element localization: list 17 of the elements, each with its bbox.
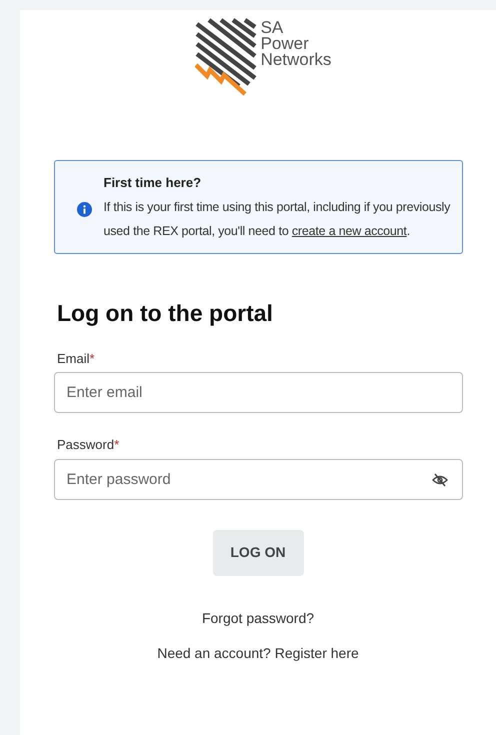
forgot-password-link[interactable]: Forgot password? bbox=[202, 608, 314, 628]
notice-text: If this is your first time using this portal, including if you previously used the REX portal, you'll need to create a new account. bbox=[104, 199, 452, 240]
info-icon bbox=[76, 202, 92, 216]
password-field[interactable]: Enter password bbox=[54, 458, 462, 500]
page-heading: Log on to the portal bbox=[57, 299, 273, 328]
notice-title: First time here? bbox=[104, 174, 202, 192]
logo-text: Networks bbox=[260, 52, 332, 68]
field-label: Email* bbox=[57, 350, 95, 368]
email-field[interactable]: Enter email bbox=[54, 372, 462, 413]
logo-text: Power bbox=[260, 36, 309, 52]
eye-slash-icon[interactable] bbox=[432, 472, 448, 486]
register-link[interactable]: Need an account? Register here bbox=[157, 642, 359, 664]
logo-stripes-icon bbox=[194, 18, 257, 96]
logo-text: SA bbox=[260, 20, 284, 36]
field-label: Password* bbox=[57, 436, 120, 454]
create-account-link[interactable]: create a new account bbox=[292, 224, 407, 238]
log-on-button[interactable]: LOG ON bbox=[212, 530, 304, 576]
